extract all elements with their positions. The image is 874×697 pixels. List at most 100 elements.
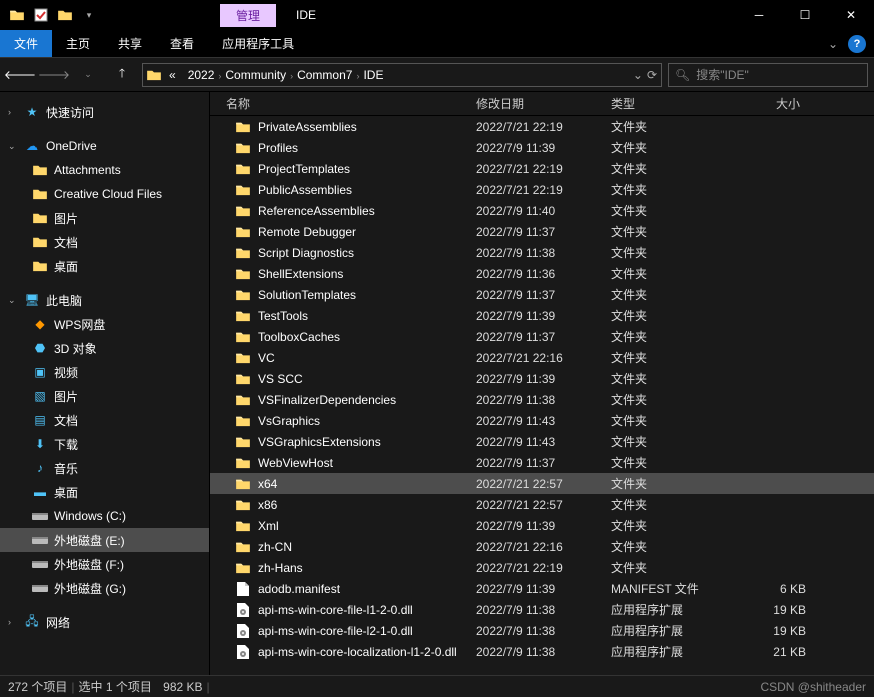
refresh-icon[interactable]: ⟳ bbox=[647, 68, 657, 82]
maximize-button[interactable]: ☐ bbox=[782, 0, 828, 30]
folder-icon bbox=[234, 266, 252, 282]
col-size[interactable]: 大小 bbox=[728, 95, 808, 112]
main-area: › ★ 快速访问 ⌄ ☁ OneDrive AttachmentsCreativ… bbox=[0, 92, 874, 675]
navigation-pane[interactable]: › ★ 快速访问 ⌄ ☁ OneDrive AttachmentsCreativ… bbox=[0, 92, 210, 675]
chevron-down-icon[interactable]: ⌄ bbox=[8, 295, 18, 306]
nav-item[interactable]: ▬桌面 bbox=[0, 480, 209, 504]
dropdown-icon[interactable]: ⌄ bbox=[633, 68, 643, 82]
file-view: 名称 修改日期 类型 大小 PrivateAssemblies 2022/7/2… bbox=[210, 92, 874, 675]
tab-app-tools[interactable]: 应用程序工具 bbox=[208, 30, 308, 57]
file-row[interactable]: SolutionTemplates 2022/7/9 11:37 文件夹 bbox=[210, 284, 874, 305]
nav-item[interactable]: ▧图片 bbox=[0, 384, 209, 408]
file-type: 文件夹 bbox=[611, 391, 736, 408]
cloud-icon: ☁ bbox=[24, 138, 40, 154]
file-row[interactable]: VC 2022/7/21 22:16 文件夹 bbox=[210, 347, 874, 368]
file-type: 文件夹 bbox=[611, 412, 736, 429]
tab-home[interactable]: 主页 bbox=[52, 30, 104, 57]
back-button[interactable]: 🡐 bbox=[6, 61, 34, 89]
pin-folder-icon[interactable] bbox=[54, 4, 76, 26]
nav-this-pc[interactable]: ⌄ 🖥 此电脑 bbox=[0, 288, 209, 312]
nav-item[interactable]: Attachments bbox=[0, 158, 209, 182]
col-date[interactable]: 修改日期 bbox=[468, 95, 603, 112]
breadcrumb-part[interactable]: Common7 bbox=[293, 68, 356, 82]
file-row[interactable]: VsGraphics 2022/7/9 11:43 文件夹 bbox=[210, 410, 874, 431]
close-button[interactable]: ✕ bbox=[828, 0, 874, 30]
help-icon[interactable]: ? bbox=[848, 35, 866, 53]
file-name: VsGraphics bbox=[258, 414, 476, 428]
file-row[interactable]: ShellExtensions 2022/7/9 11:36 文件夹 bbox=[210, 263, 874, 284]
nav-item[interactable]: Windows (C:) bbox=[0, 504, 209, 528]
nav-item[interactable]: 文档 bbox=[0, 230, 209, 254]
nav-item[interactable]: ◆WPS网盘 bbox=[0, 312, 209, 336]
breadcrumb-bar[interactable]: « 2022›Community›Common7›IDE ⌄ ⟳ bbox=[142, 63, 662, 87]
nav-item[interactable]: 桌面 bbox=[0, 254, 209, 278]
tab-file[interactable]: 文件 bbox=[0, 30, 52, 57]
checkbox-icon[interactable] bbox=[30, 4, 52, 26]
nav-item[interactable]: ⬇下载 bbox=[0, 432, 209, 456]
tab-share[interactable]: 共享 bbox=[104, 30, 156, 57]
chevron-right-icon[interactable]: › bbox=[8, 617, 18, 627]
col-name[interactable]: 名称 bbox=[218, 95, 468, 112]
folder-icon[interactable] bbox=[6, 4, 28, 26]
nav-network[interactable]: › 🖧 网络 bbox=[0, 610, 209, 634]
nav-item[interactable]: ▣视频 bbox=[0, 360, 209, 384]
nav-item[interactable]: 外地磁盘 (G:) bbox=[0, 576, 209, 600]
chevron-down-icon[interactable]: ⌄ bbox=[8, 141, 18, 152]
file-row[interactable]: TestTools 2022/7/9 11:39 文件夹 bbox=[210, 305, 874, 326]
qat-dropdown-icon[interactable]: ▾ bbox=[78, 4, 100, 26]
file-date: 2022/7/21 22:19 bbox=[476, 561, 611, 575]
col-type[interactable]: 类型 bbox=[603, 95, 728, 112]
file-row[interactable]: Profiles 2022/7/9 11:39 文件夹 bbox=[210, 137, 874, 158]
nav-item[interactable]: ▤文档 bbox=[0, 408, 209, 432]
file-row[interactable]: ReferenceAssemblies 2022/7/9 11:40 文件夹 bbox=[210, 200, 874, 221]
search-box[interactable]: 🔍︎ 搜索"IDE" bbox=[668, 63, 868, 87]
chevron-down-icon[interactable]: ⌄ bbox=[828, 37, 838, 51]
file-row[interactable]: x86 2022/7/21 22:57 文件夹 bbox=[210, 494, 874, 515]
chevron-right-icon[interactable]: › bbox=[8, 107, 18, 117]
nav-item[interactable]: ⬣3D 对象 bbox=[0, 336, 209, 360]
file-row[interactable]: adodb.manifest 2022/7/9 11:39 MANIFEST 文… bbox=[210, 578, 874, 599]
file-row[interactable]: VSFinalizerDependencies 2022/7/9 11:38 文… bbox=[210, 389, 874, 410]
nav-item[interactable]: 图片 bbox=[0, 206, 209, 230]
recent-dropdown-icon[interactable]: ⌄ bbox=[74, 61, 102, 89]
file-row[interactable]: VSGraphicsExtensions 2022/7/9 11:43 文件夹 bbox=[210, 431, 874, 452]
breadcrumb-part[interactable]: IDE bbox=[359, 68, 387, 82]
folder-icon bbox=[234, 308, 252, 324]
file-row[interactable]: PublicAssemblies 2022/7/21 22:19 文件夹 bbox=[210, 179, 874, 200]
folder-icon bbox=[234, 560, 252, 576]
file-row[interactable]: PrivateAssemblies 2022/7/21 22:19 文件夹 bbox=[210, 116, 874, 137]
nav-item[interactable]: 外地磁盘 (E:) bbox=[0, 528, 209, 552]
file-row[interactable]: Xml 2022/7/9 11:39 文件夹 bbox=[210, 515, 874, 536]
file-row[interactable]: zh-CN 2022/7/21 22:16 文件夹 bbox=[210, 536, 874, 557]
up-button[interactable]: 🡑 bbox=[108, 61, 136, 89]
breadcrumb-part[interactable]: Community bbox=[221, 68, 290, 82]
nav-item[interactable]: Creative Cloud Files bbox=[0, 182, 209, 206]
file-name: TestTools bbox=[258, 309, 476, 323]
file-row[interactable]: ToolboxCaches 2022/7/9 11:37 文件夹 bbox=[210, 326, 874, 347]
file-row[interactable]: api-ms-win-core-file-l2-1-0.dll 2022/7/9… bbox=[210, 620, 874, 641]
file-row[interactable]: WebViewHost 2022/7/9 11:37 文件夹 bbox=[210, 452, 874, 473]
file-row[interactable]: x64 2022/7/21 22:57 文件夹 bbox=[210, 473, 874, 494]
file-row[interactable]: ProjectTemplates 2022/7/21 22:19 文件夹 bbox=[210, 158, 874, 179]
forward-button[interactable]: 🡒 bbox=[40, 61, 68, 89]
file-row[interactable]: Script Diagnostics 2022/7/9 11:38 文件夹 bbox=[210, 242, 874, 263]
file-list[interactable]: PrivateAssemblies 2022/7/21 22:19 文件夹 Pr… bbox=[210, 116, 874, 675]
breadcrumb-prefix[interactable]: « bbox=[165, 68, 180, 82]
file-row[interactable]: api-ms-win-core-localization-l1-2-0.dll … bbox=[210, 641, 874, 662]
file-row[interactable]: Remote Debugger 2022/7/9 11:37 文件夹 bbox=[210, 221, 874, 242]
dll-icon bbox=[234, 602, 252, 618]
nav-onedrive[interactable]: ⌄ ☁ OneDrive bbox=[0, 134, 209, 158]
column-headers[interactable]: 名称 修改日期 类型 大小 bbox=[210, 92, 874, 116]
file-row[interactable]: VS SCC 2022/7/9 11:39 文件夹 bbox=[210, 368, 874, 389]
minimize-button[interactable]: ─ bbox=[736, 0, 782, 30]
breadcrumb-part[interactable]: 2022 bbox=[184, 68, 219, 82]
file-row[interactable]: api-ms-win-core-file-l1-2-0.dll 2022/7/9… bbox=[210, 599, 874, 620]
contextual-tab[interactable]: 管理 bbox=[220, 4, 276, 27]
tab-view[interactable]: 查看 bbox=[156, 30, 208, 57]
address-bar-row: 🡐 🡒 ⌄ 🡑 « 2022›Community›Common7›IDE ⌄ ⟳… bbox=[0, 58, 874, 92]
nav-item[interactable]: 外地磁盘 (F:) bbox=[0, 552, 209, 576]
file-row[interactable]: zh-Hans 2022/7/21 22:19 文件夹 bbox=[210, 557, 874, 578]
nav-item[interactable]: ♪音乐 bbox=[0, 456, 209, 480]
file-type: 文件夹 bbox=[611, 538, 736, 555]
nav-quick-access[interactable]: › ★ 快速访问 bbox=[0, 100, 209, 124]
